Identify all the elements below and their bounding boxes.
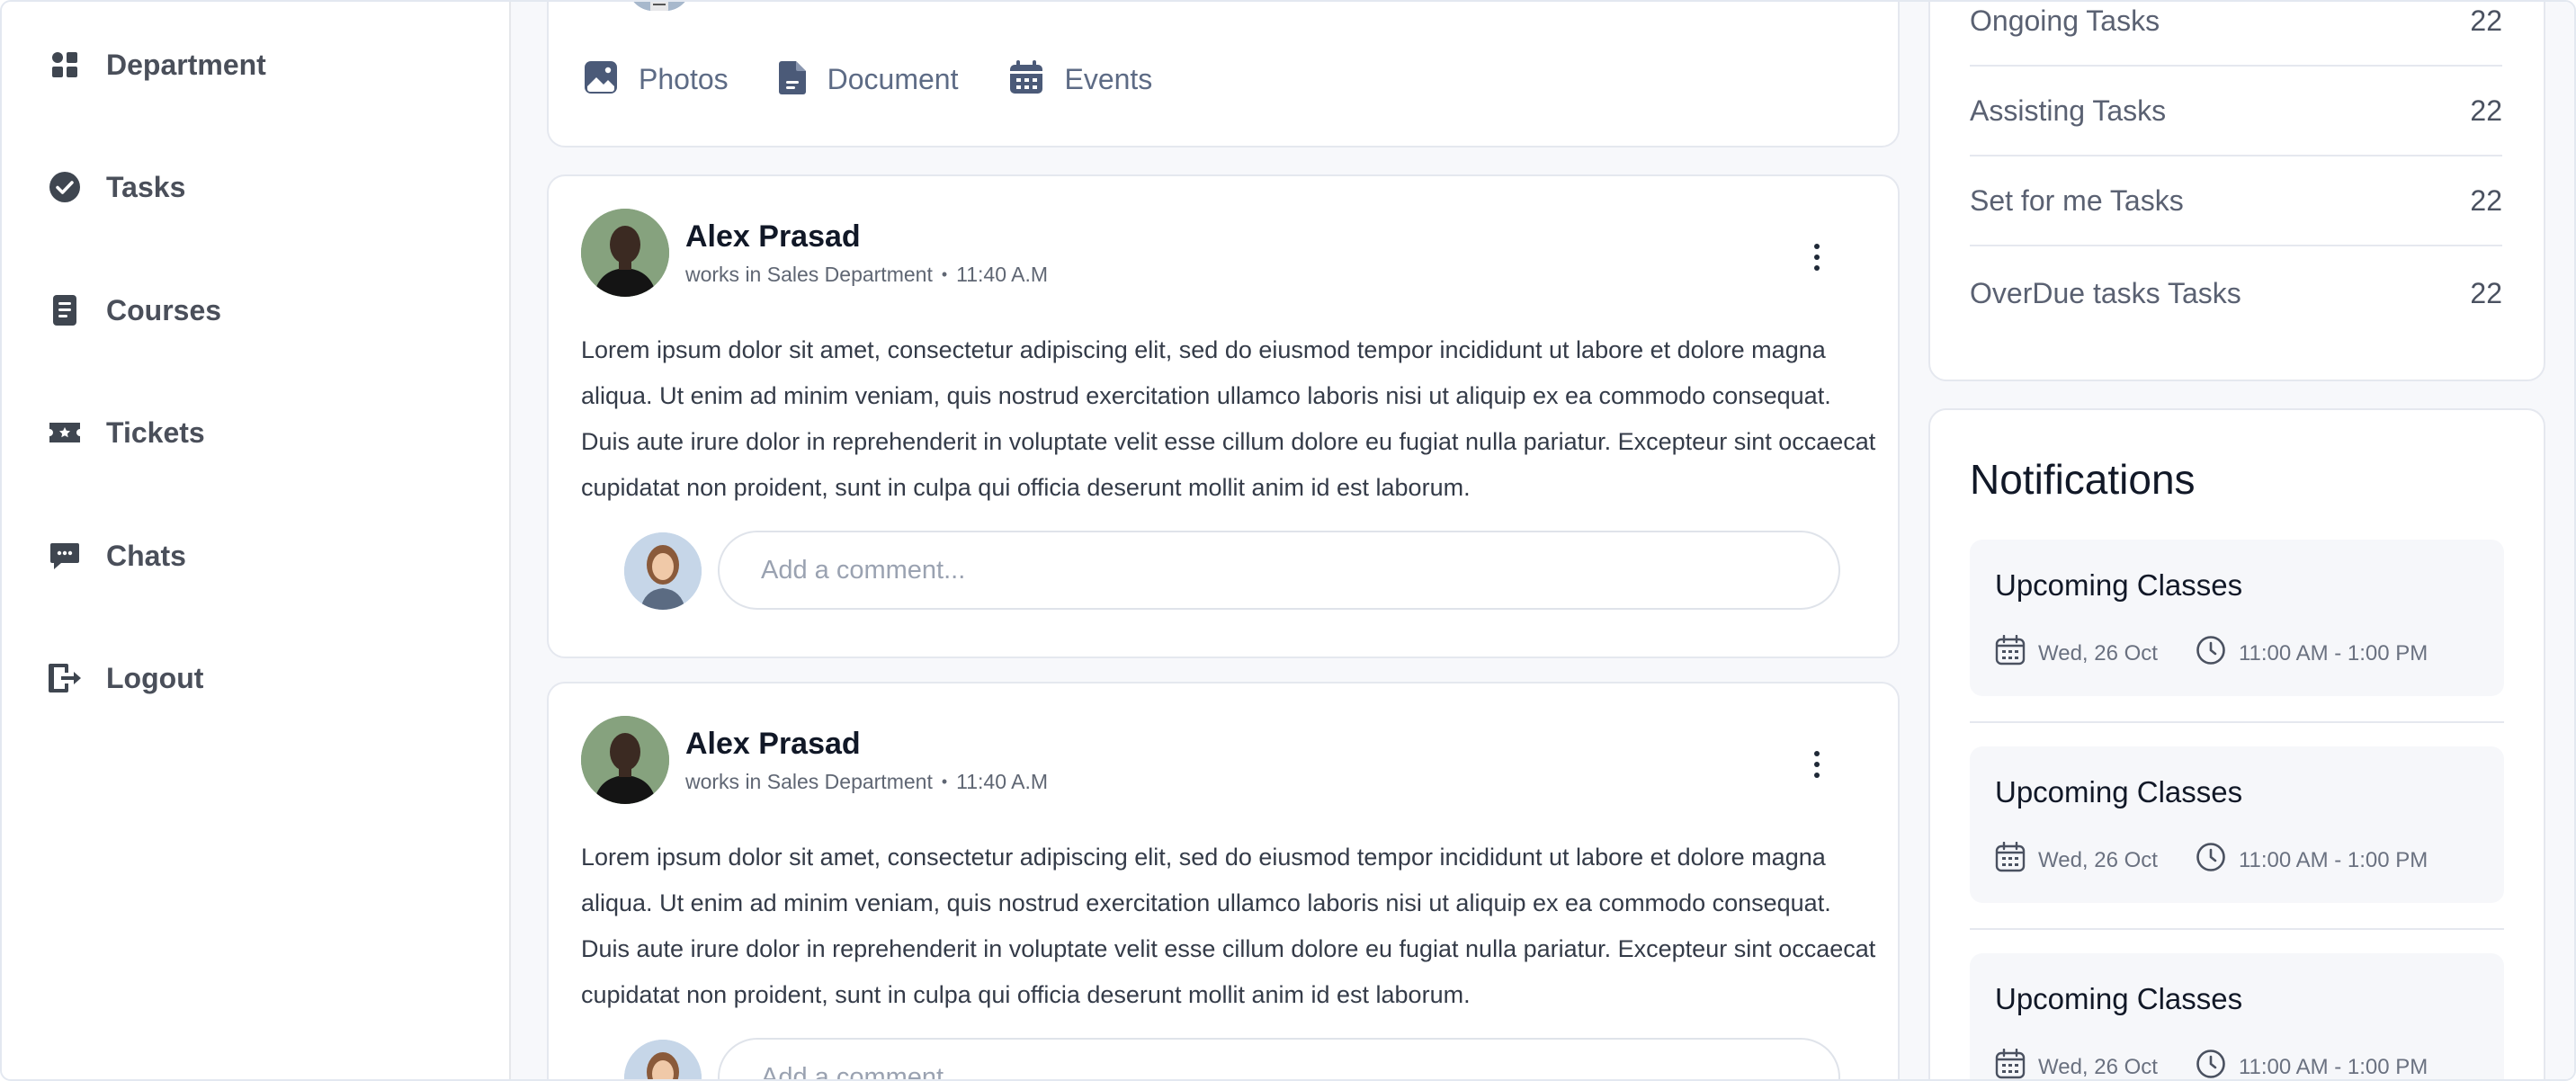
notification-time: 11:00 AM - 1:00 PM: [2238, 847, 2428, 872]
meta-separator: •: [941, 773, 948, 791]
post-meta: works in Sales Department • 11:40 A.M: [685, 770, 1048, 794]
calendar-icon: [1995, 1048, 2026, 1079]
more-vertical-icon: [1814, 244, 1820, 271]
stat-row-set-for-me[interactable]: Set for me Tasks 22: [1970, 156, 2502, 246]
events-label: Events: [1064, 63, 1153, 95]
sidebar-item-department[interactable]: Department: [47, 38, 266, 92]
more-vertical-icon: [1814, 751, 1820, 778]
notification-meta: Wed, 26 Oct 11:00 AM - 1:00 PM: [1995, 1048, 2428, 1079]
composer-actions: Photos Document Events: [583, 59, 1203, 100]
post-composer: Photos Document Events: [547, 2, 1900, 147]
post-meta: works in Sales Department • 11:40 A.M: [685, 263, 1048, 287]
stat-count: 22: [2470, 276, 2502, 309]
sidebar-item-label: Department: [106, 48, 266, 81]
logout-icon: [47, 660, 83, 696]
notification-item[interactable]: Upcoming Classes Wed, 26 Oct 11:00 AM - …: [1970, 953, 2504, 1079]
sidebar: Department Tasks Courses Tickets Chats L…: [2, 2, 511, 1079]
stat-label: Ongoing Tasks: [1970, 4, 2160, 37]
check-circle-icon: [47, 169, 83, 205]
post-card: Alex Prasad works in Sales Department • …: [547, 174, 1900, 658]
sidebar-item-tickets[interactable]: Tickets: [47, 406, 205, 460]
notifications-card: Notifications Upcoming Classes Wed, 26 O…: [1928, 408, 2545, 1079]
divider: [1970, 721, 2504, 723]
sidebar-item-chats[interactable]: Chats: [47, 529, 186, 583]
photos-button[interactable]: Photos: [583, 59, 729, 100]
sidebar-item-tasks[interactable]: Tasks: [47, 160, 185, 214]
author-name[interactable]: Alex Prasad: [685, 219, 861, 255]
commenter-avatar: [624, 1040, 702, 1079]
clock-icon: [2196, 635, 2226, 672]
notifications-title: Notifications: [1970, 456, 2196, 503]
divider: [1970, 928, 2504, 930]
events-button[interactable]: Events: [1008, 59, 1152, 100]
post-time: 11:40 A.M: [956, 263, 1049, 286]
stat-label: Set for me Tasks: [1970, 183, 2184, 217]
post-body: Lorem ipsum dolor sit amet, consectetur …: [581, 336, 1876, 501]
chat-icon: [47, 538, 83, 574]
sidebar-item-label: Logout: [106, 661, 204, 694]
calendar-icon: [1008, 59, 1044, 100]
post-body: Lorem ipsum dolor sit amet, consectetur …: [581, 844, 1876, 1008]
notification-date: Wed, 26 Oct: [2038, 640, 2158, 666]
post-card: Alex Prasad works in Sales Department • …: [547, 682, 1900, 1079]
commenter-avatar: [624, 532, 702, 610]
stat-row-ongoing[interactable]: Ongoing Tasks 22: [1970, 2, 2502, 67]
notification-time: 11:00 AM - 1:00 PM: [2238, 1054, 2428, 1079]
app-window: Department Tasks Courses Tickets Chats L…: [0, 0, 2576, 1081]
notification-item[interactable]: Upcoming Classes Wed, 26 Oct 11:00 AM - …: [1970, 540, 2504, 696]
post-options-button[interactable]: [1808, 746, 1826, 782]
sidebar-item-courses[interactable]: Courses: [47, 283, 221, 337]
document-icon: [778, 59, 808, 100]
post-time: 11:40 A.M: [956, 770, 1049, 793]
author-department: works in Sales Department: [685, 770, 933, 793]
photos-label: Photos: [639, 63, 729, 95]
post-options-button[interactable]: [1808, 239, 1826, 275]
stat-count: 22: [2470, 183, 2502, 217]
author-avatar: [581, 716, 669, 804]
notification-title: Upcoming Classes: [1995, 775, 2243, 809]
sidebar-item-label: Tasks: [106, 170, 186, 203]
document-button[interactable]: Document: [778, 59, 959, 100]
clock-icon: [2196, 842, 2226, 879]
notification-title: Upcoming Classes: [1995, 982, 2243, 1015]
calendar-icon: [1995, 634, 2026, 672]
author-avatar: [581, 209, 669, 297]
comment-input[interactable]: [718, 531, 1840, 610]
clock-icon: [2196, 1049, 2226, 1079]
right-column: Ongoing Tasks 22 Assisting Tasks 22 Set …: [1918, 2, 2574, 1079]
notification-title: Upcoming Classes: [1995, 568, 2243, 602]
sidebar-item-logout[interactable]: Logout: [47, 651, 203, 705]
author-name[interactable]: Alex Prasad: [685, 727, 861, 762]
stat-label: Assisting Tasks: [1970, 94, 2167, 127]
notification-date: Wed, 26 Oct: [2038, 1054, 2158, 1079]
user-avatar: [628, 2, 691, 11]
notification-meta: Wed, 26 Oct 11:00 AM - 1:00 PM: [1995, 634, 2428, 672]
feed-column: Photos Document Events Alex Prasad works…: [511, 2, 1918, 1079]
stat-row-assisting[interactable]: Assisting Tasks 22: [1970, 67, 2502, 156]
task-stats-card: Ongoing Tasks 22 Assisting Tasks 22 Set …: [1928, 2, 2545, 381]
stat-label: OverDue tasks Tasks: [1970, 276, 2241, 309]
ticket-icon: [47, 415, 83, 451]
sidebar-item-label: Tickets: [106, 415, 205, 449]
sidebar-item-label: Courses: [106, 293, 222, 326]
stat-count: 22: [2470, 4, 2502, 37]
meta-separator: •: [941, 265, 948, 283]
document-label: Document: [827, 63, 959, 95]
author-department: works in Sales Department: [685, 263, 933, 286]
stat-count: 22: [2470, 94, 2502, 127]
notification-item[interactable]: Upcoming Classes Wed, 26 Oct 11:00 AM - …: [1970, 746, 2504, 903]
comment-input[interactable]: [718, 1038, 1840, 1079]
sidebar-item-label: Chats: [106, 539, 186, 572]
calendar-icon: [1995, 841, 2026, 879]
book-icon: [47, 292, 83, 328]
stat-row-overdue[interactable]: OverDue tasks Tasks 22: [1970, 248, 2502, 338]
notification-meta: Wed, 26 Oct 11:00 AM - 1:00 PM: [1995, 841, 2428, 879]
notification-date: Wed, 26 Oct: [2038, 847, 2158, 872]
image-icon: [583, 59, 619, 100]
notification-time: 11:00 AM - 1:00 PM: [2238, 640, 2428, 666]
grid-icon: [47, 47, 83, 83]
